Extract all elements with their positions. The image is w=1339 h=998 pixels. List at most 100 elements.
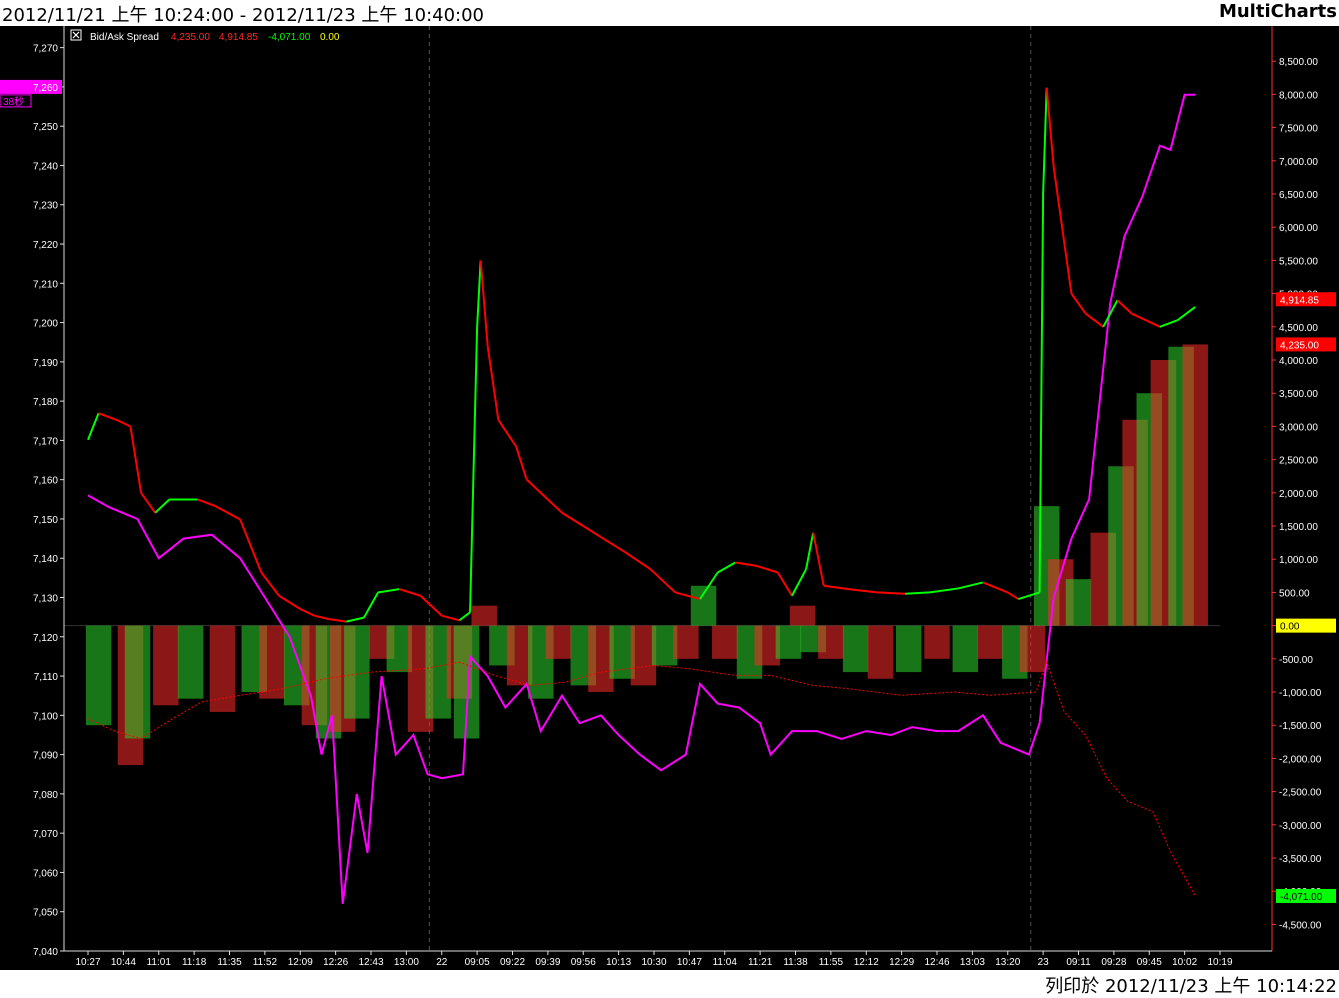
left-axis-tick-label: 7,150 [33, 515, 58, 526]
legend-value-3: -4,071.00 [268, 32, 311, 43]
x-axis-tick-label: 10:27 [75, 957, 100, 968]
right-axis-tick-label: 2,000.00 [1279, 489, 1318, 500]
brand-logo: MultiCharts [1218, 1, 1337, 22]
title-bar: 2012/11/21 上午 10:24:00 - 2012/11/23 上午 1… [0, 0, 1339, 26]
x-axis-tick-label: 09:39 [535, 957, 560, 968]
series-bid_ask_line-segment [823, 584, 849, 591]
series-bid_ask_line-segment [848, 588, 877, 594]
series-bid_ask_line-segment [140, 492, 157, 514]
histogram-bar [952, 625, 979, 673]
series-bid_ask_line-segment [1042, 87, 1048, 195]
chart-canvas[interactable]: 7,270 7,260 7,250 7,240 7,230 7,220 7,210 7,200… [0, 26, 1339, 970]
x-axis-tick-label: 12:29 [889, 957, 914, 968]
series-bid_ask_line-segment [476, 260, 482, 327]
series-bid_ask_line-segment [1131, 312, 1161, 328]
histogram-bar [867, 625, 894, 679]
series-bid_ask_line-segment [299, 608, 315, 617]
series-bid_ask_line-segment [905, 591, 930, 595]
left-axis-tick-label: 7,180 [33, 397, 58, 408]
series-bid_ask_line-segment [625, 551, 652, 571]
printed-timestamp: 列印於 2012/11/23 上午 10:14:22 [1045, 976, 1337, 997]
histogram-bar [690, 585, 717, 626]
series-bid_ask_line-segment [561, 511, 584, 527]
right-axis-tick-label: 1,500.00 [1279, 522, 1318, 533]
series-bid_ask_line-segment [314, 614, 329, 620]
histogram-bar [545, 625, 572, 659]
left-axis-tick-label: 7,050 [33, 908, 58, 919]
right-axis-tick-label: -4,500.00 [1279, 920, 1322, 931]
series-bid_ask_line-segment [399, 588, 421, 597]
histogram-bar [259, 625, 285, 699]
right-axis-tick-label: 500.00 [1279, 588, 1310, 599]
series-layer [87, 87, 1196, 905]
histogram-bar [209, 625, 236, 712]
left-axis-tick-label: 7,040 [33, 947, 58, 958]
legend-value-4: 0.00 [320, 32, 340, 43]
right-axis-tick-label: 6,000.00 [1279, 223, 1318, 234]
left-axis-tick-label: 7,270 [33, 44, 58, 55]
right-axis-tick-label: 8,000.00 [1279, 90, 1318, 101]
right-axis-tick-label: 3,000.00 [1279, 422, 1318, 433]
x-axis-tick-label: 23 [1038, 957, 1050, 968]
series-bid_ask_line-segment [515, 446, 528, 480]
x-axis-tick-label: 13:00 [394, 957, 419, 968]
series-bid_ask_line-segment [812, 532, 825, 586]
series-bid_ask_line-segment [260, 571, 280, 597]
series-bid_ask_line-segment [649, 568, 676, 594]
chart-title: 2012/11/21 上午 10:24:00 - 2012/11/23 上午 1… [2, 5, 485, 26]
series-dotted_line [87, 660, 1196, 897]
left-axis-tick-label: 7,210 [33, 279, 58, 290]
x-axis-tick-label: 09:45 [1137, 957, 1162, 968]
histogram-bar [124, 625, 151, 739]
series-bid_ask_line-segment [547, 498, 563, 514]
legend-value-1: 4,235.00 [171, 32, 210, 43]
x-axis-tick-label: 11:01 [147, 957, 172, 968]
series-bid_ask_line-segment [776, 571, 793, 597]
series-bid_ask_line-segment [756, 564, 779, 574]
chart-area[interactable]: 7,270 7,260 7,250 7,240 7,230 7,220 7,210 7,200… [0, 26, 1339, 970]
x-axis-tick-label: 09:11 [1066, 957, 1091, 968]
right-axis-tick-label: 8,500.00 [1279, 57, 1318, 68]
series-bid_ask_line-segment [129, 426, 143, 493]
series-bid_ask_line-segment [603, 538, 627, 554]
series-bid_ask_line-segment [197, 498, 216, 508]
legend-study-name: Bid/Ask Spread [90, 32, 159, 43]
right-axis-tick-label: -2,000.00 [1279, 754, 1322, 765]
x-axis-tick-label: 12:26 [323, 957, 348, 968]
x-axis-tick-label: 11:04 [713, 957, 738, 968]
right-axis-tick-label: -1,000.00 [1279, 688, 1322, 699]
histogram-bar [712, 625, 738, 659]
histogram-bar [789, 605, 816, 626]
series-bid_ask_line-segment [929, 587, 959, 594]
right-axis-tick-label: 2,500.00 [1279, 456, 1318, 467]
series-bid_ask_line-segment [441, 614, 460, 622]
x-axis-tick-label: 12:46 [924, 957, 949, 968]
series-bid_ask_line-segment [791, 568, 807, 597]
histogram-bar [818, 625, 844, 659]
x-axis-tick-label: 10:44 [111, 957, 136, 968]
right-axis-tick-label: 1,000.00 [1279, 555, 1318, 566]
histogram-bar [977, 625, 1003, 659]
right-axis-tick-label: 7,000.00 [1279, 157, 1318, 168]
histogram-bar [775, 625, 802, 659]
left-axis-tick-label: 7,110 [34, 672, 59, 683]
grid-layer [64, 26, 1220, 951]
right-axis-tick-label: -500.00 [1279, 655, 1313, 666]
series-bid_ask_line-segment [469, 326, 479, 613]
series-bid_ask_line-segment [735, 561, 757, 567]
histogram-bar [153, 625, 179, 706]
x-axis-tick-label: 10:30 [641, 957, 666, 968]
histogram-bar [177, 625, 204, 699]
left-axis-tick-label: 7,080 [33, 790, 58, 801]
right-axis-tick-label: -2,500.00 [1279, 788, 1322, 799]
series-bid_ask_line-segment [525, 478, 549, 501]
left-axis-tick-label: 7,070 [33, 829, 58, 840]
x-axis-tick-label: 12:12 [854, 957, 879, 968]
histogram-bar [895, 625, 922, 673]
series-bid_ask_line-segment [582, 525, 606, 541]
series-bid_ask_line-segment [419, 595, 443, 617]
series-bid_ask_line-segment [1116, 299, 1133, 315]
left-axis-tick-label: 7,190 [33, 358, 58, 369]
series-bid_ask_line-segment [1052, 167, 1073, 294]
histogram-bar [85, 625, 112, 726]
